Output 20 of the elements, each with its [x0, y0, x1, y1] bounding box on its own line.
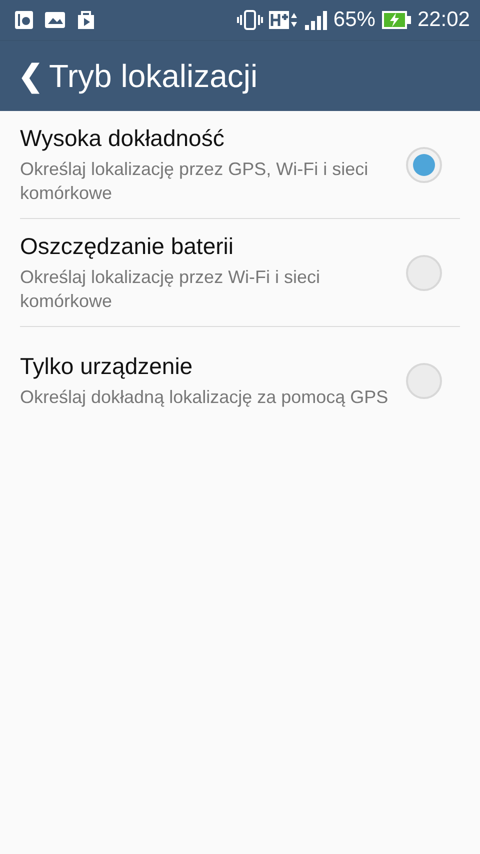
- battery-percentage: 65%: [333, 8, 376, 32]
- option-title: Wysoka dokładność: [20, 124, 226, 152]
- vibrate-icon: [237, 10, 264, 30]
- screen-title: Tryb lokalizacji: [49, 58, 258, 94]
- radio-button[interactable]: [406, 363, 442, 399]
- back-button[interactable]: ❮: [18, 58, 43, 94]
- option-summary: Określaj lokalizację przez GPS, Wi-Fi i sieci komórkowe: [20, 158, 370, 204]
- radio-button[interactable]: [406, 254, 442, 290]
- network-hplus-icon: [269, 10, 300, 30]
- option-title: Tylko urządzenie: [20, 353, 194, 380]
- option-title: Oszczędzanie baterii: [20, 232, 234, 260]
- equalizer-icon: [14, 10, 34, 30]
- clock: 22:02: [417, 8, 470, 32]
- play-store-icon: [76, 9, 96, 31]
- signal-icon: [305, 10, 328, 30]
- option-summary: Określaj dokładną lokalizację za pomocą GPS: [20, 386, 390, 409]
- radio-button[interactable]: [406, 146, 442, 182]
- battery-charging-icon: [381, 10, 412, 30]
- option-summary: Określaj lokalizację przez Wi-Fi i sieci komórkowe: [20, 266, 322, 312]
- image-icon: [44, 11, 66, 29]
